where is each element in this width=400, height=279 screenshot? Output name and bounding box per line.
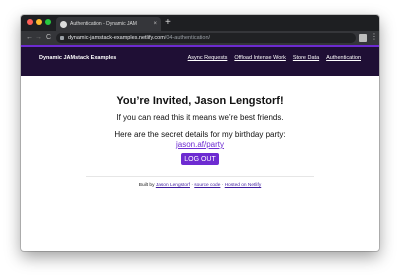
nav-link-store-data[interactable]: Store Data — [293, 55, 319, 61]
browser-tab[interactable]: Authentication - Dynamic JAM × — [56, 17, 161, 31]
url-path: /04-authentication/ — [164, 35, 211, 41]
intro-text: If you can read this it means we’re best… — [116, 113, 284, 122]
netlify-link[interactable]: Hosted on Netlify — [225, 183, 262, 188]
browser-window: Authentication - Dynamic JAM × + ← → C d… — [21, 15, 379, 251]
url-host: dynamic-jamstack-examples.netlify.com — [68, 35, 165, 41]
main-content: You’re Invited, Jason Lengstorf! If you … — [21, 76, 379, 251]
footer-separator: · — [221, 183, 224, 188]
author-link[interactable]: Jason Lengstorf — [156, 183, 190, 188]
browser-toolbar: ← → C dynamic-jamstack-examples.netlify.… — [21, 31, 379, 45]
site-name[interactable]: Dynamic JAMstack Examples — [39, 55, 116, 61]
party-link[interactable]: jason.af/party — [21, 140, 379, 149]
back-icon[interactable]: ← — [26, 33, 33, 43]
secret-text: Here are the secret details for my birth… — [114, 130, 286, 139]
tab-title: Authentication - Dynamic JAM — [70, 21, 137, 27]
favicon-icon — [60, 20, 67, 28]
nav-link-offload-work[interactable]: Offload Intense Work — [234, 55, 285, 61]
tab-bar: Authentication - Dynamic JAM × + — [21, 15, 379, 31]
lock-icon — [60, 36, 64, 40]
site-nav: Async Requests Offload Intense Work Stor… — [188, 55, 361, 61]
site-header: Dynamic JAMstack Examples Async Requests… — [21, 45, 379, 76]
menu-icon[interactable]: ⋮ — [370, 32, 378, 42]
divider — [86, 176, 314, 177]
address-bar[interactable]: dynamic-jamstack-examples.netlify.com /0… — [56, 33, 356, 43]
tab-close-icon[interactable]: × — [153, 21, 157, 27]
footer: Built by Jason Lengstorf · source code ·… — [21, 183, 379, 188]
close-window-button[interactable] — [27, 19, 33, 25]
minimize-window-button[interactable] — [36, 19, 42, 25]
logout-button[interactable]: LOG OUT — [181, 153, 219, 165]
reload-icon[interactable]: C — [46, 33, 51, 43]
footer-separator: · — [191, 183, 193, 188]
profile-icon[interactable] — [359, 34, 367, 42]
page-title: You’re Invited, Jason Lengstorf! — [116, 95, 284, 107]
nav-link-async-requests[interactable]: Async Requests — [188, 55, 228, 61]
footer-prefix: Built by — [138, 183, 155, 188]
forward-icon[interactable]: → — [35, 33, 42, 43]
source-code-link[interactable]: source code — [194, 183, 220, 188]
nav-link-authentication[interactable]: Authentication — [326, 55, 361, 61]
new-tab-icon[interactable]: + — [165, 17, 171, 28]
maximize-window-button[interactable] — [45, 19, 51, 25]
